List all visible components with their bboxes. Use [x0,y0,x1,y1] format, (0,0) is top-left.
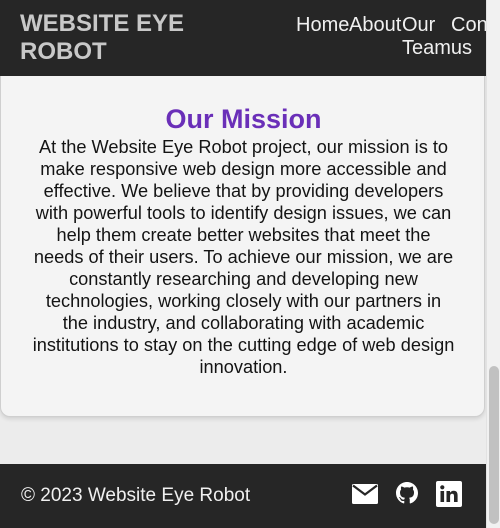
linkedin-icon[interactable] [436,481,462,507]
vertical-scrollbar[interactable] [486,0,500,528]
scrollbar-thumb[interactable] [489,366,499,524]
nav-contact-link[interactable]: Contact [451,14,486,37]
nav-home-link[interactable]: Home [296,14,349,37]
mission-text: At the Website Eye Robot project, our mi… [32,137,455,377]
copyright-text: © 2023 Website Eye Robot [21,485,251,506]
site-header: WEBSITE EYE ROBOT Home About Our Teamus … [0,0,486,76]
nav-our-team-link-line2[interactable]: Teamus [402,37,472,60]
mission-card: Our Mission At the Website Eye Robot pro… [0,58,485,417]
site-logo[interactable]: WEBSITE EYE ROBOT [20,10,200,66]
main-nav: Home About Our Teamus Contact [296,14,486,64]
mission-title: Our Mission [165,104,322,134]
github-icon[interactable] [396,481,418,505]
site-footer: © 2023 Website Eye Robot [0,464,486,528]
nav-about-link[interactable]: About [349,14,401,37]
mail-icon[interactable] [352,484,378,504]
page: Our Mission At the Website Eye Robot pro… [0,0,500,528]
nav-our-team-link[interactable]: Our [402,14,435,37]
